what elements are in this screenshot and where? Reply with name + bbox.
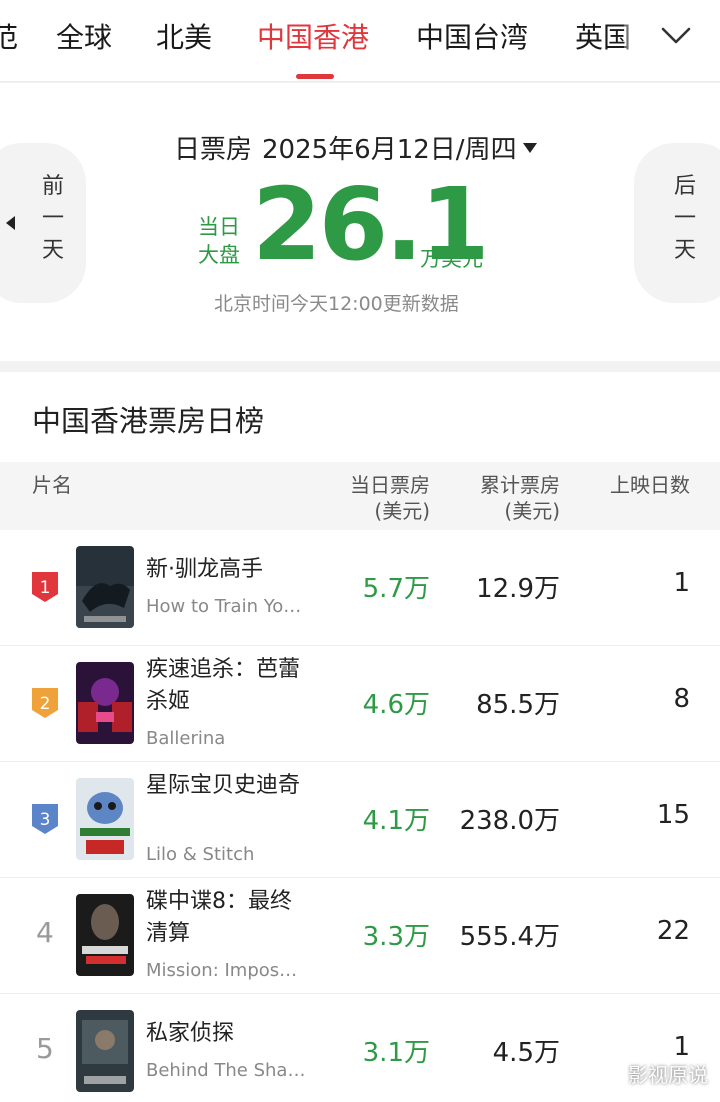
movie-title-en: Behind The Sha… <box>146 1060 306 1081</box>
rank-badge: 3 <box>30 802 60 836</box>
date-value: 2025年6月12日/周四 <box>262 135 517 165</box>
header-day-box-office[interactable]: 当日票房 (美元) <box>350 472 430 524</box>
movie-poster <box>76 546 134 628</box>
movie-title-cn: 疾速追杀：芭蕾杀姬 <box>146 657 301 714</box>
next-day-label: 后 一 天 <box>673 174 696 263</box>
total-box-office: 4.5万 <box>492 1038 560 1068</box>
days-in-release: 15 <box>656 800 690 830</box>
table-row[interactable]: 5 私家侦探 Behind The Sha… 3.1万 4.5万 1 <box>0 994 720 1102</box>
tab-hong-kong[interactable]: 中国香港 <box>257 20 369 56</box>
movie-poster <box>76 662 134 744</box>
days-in-release: 1 <box>673 1032 690 1062</box>
total-box-office: 238.0万 <box>459 806 560 836</box>
svg-text:2: 2 <box>40 694 51 714</box>
active-tab-indicator <box>296 74 334 79</box>
total-label: 当日 大盘 <box>198 215 240 267</box>
total-box-office: 555.4万 <box>459 922 560 952</box>
header-name: 片名 <box>32 473 72 497</box>
day-box-office: 3.3万 <box>362 922 430 952</box>
expand-tabs-button[interactable] <box>654 16 698 56</box>
region-tabs: 范 全球 北美 中国香港 中国台湾 英国 <box>0 0 720 82</box>
date-prefix: 日票房 <box>174 135 253 165</box>
table-header: 片名 当日票房 (美元) 累计票房 (美元) 上映日数 <box>0 462 720 530</box>
rank-badge: 2 <box>30 686 60 720</box>
dropdown-caret-icon <box>522 142 537 153</box>
total-box-office-unit: 万美元 <box>420 247 483 271</box>
table-row[interactable]: 3 星际宝贝史迪奇 Lilo & Stitch 4.1万 238.0万 15 <box>0 762 720 878</box>
header-total-box-office[interactable]: 累计票房 (美元) <box>480 472 560 524</box>
movie-title-en: Mission: Impos… <box>146 960 298 981</box>
movie-title-en: Lilo & Stitch <box>146 844 255 865</box>
movie-title-en: Ballerina <box>146 728 226 749</box>
next-day-button[interactable]: 后 一 天 <box>634 143 720 303</box>
watermark: 影视原说 <box>628 1063 708 1087</box>
movie-title-cn: 私家侦探 <box>146 1021 235 1046</box>
day-box-office: 4.1万 <box>362 806 430 836</box>
ranking-title: 中国香港票房日榜 <box>32 404 265 438</box>
daily-summary-card: 前 一 天 日票房 2025年6月12日/周四 当日 大盘 26.1 万美元 北… <box>0 83 720 361</box>
day-box-office: 5.7万 <box>362 574 430 604</box>
movie-poster <box>76 778 134 860</box>
movie-title-en: How to Train Yo… <box>146 596 302 617</box>
rank-badge: 1 <box>30 570 60 604</box>
tab-global[interactable]: 全球 <box>56 20 112 56</box>
svg-text:1: 1 <box>40 578 51 598</box>
tab-uk[interactable]: 英国 <box>575 20 631 56</box>
total-box-office: 12.9万 <box>476 574 560 604</box>
days-in-release: 22 <box>656 916 690 946</box>
movie-poster <box>76 894 134 976</box>
movie-title-cn: 碟中谍8：最终清算 <box>146 889 292 946</box>
tab-taiwan[interactable]: 中国台湾 <box>416 20 528 56</box>
table-row[interactable]: 4 碟中谍8：最终清算 Mission: Impos… 3.3万 555.4万 … <box>0 878 720 994</box>
previous-day-label: 前 一 天 <box>41 174 64 263</box>
header-days[interactable]: 上映日数 <box>610 472 690 498</box>
movie-title-cn: 新·驯龙高手 <box>146 557 263 582</box>
svg-text:3: 3 <box>40 810 51 830</box>
days-in-release: 1 <box>673 568 690 598</box>
tab-partial[interactable]: 范 <box>0 20 18 56</box>
table-row[interactable]: 2 疾速追杀：芭蕾杀姬 Ballerina 4.6万 85.5万 8 <box>0 646 720 762</box>
chevron-down-icon <box>661 27 691 44</box>
date-selector[interactable]: 日票房 2025年6月12日/周四 <box>174 129 537 166</box>
ranking-card: 中国香港票房日榜 片名 当日票房 (美元) 累计票房 (美元) 上映日数 1 新… <box>0 372 720 1102</box>
movie-poster <box>76 1010 134 1092</box>
day-box-office: 4.6万 <box>362 690 430 720</box>
days-in-release: 8 <box>673 684 690 714</box>
total-box-office: 85.5万 <box>476 690 560 720</box>
table-row[interactable]: 1 新·驯龙高手 How to Train Yo… 5.7万 12.9万 1 <box>0 530 720 646</box>
arrow-left-icon <box>6 216 15 230</box>
movie-title-cn: 星际宝贝史迪奇 <box>146 773 301 798</box>
previous-day-button[interactable]: 前 一 天 <box>0 143 86 303</box>
rank-number: 4 <box>36 916 54 949</box>
day-box-office: 3.1万 <box>362 1038 430 1068</box>
update-note: 北京时间今天12:00更新数据 <box>214 293 459 315</box>
rank-number: 5 <box>36 1032 54 1065</box>
tab-north-america[interactable]: 北美 <box>156 20 212 56</box>
